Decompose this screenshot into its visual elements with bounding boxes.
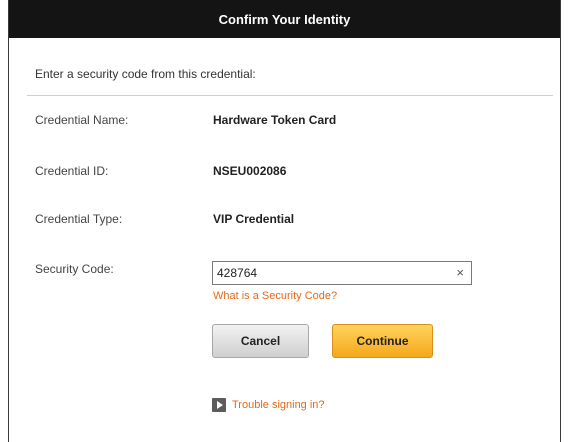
- credential-type-value: VIP Credential: [213, 212, 295, 226]
- trouble-signing-in-label: Trouble signing in?: [232, 399, 325, 411]
- cancel-button[interactable]: Cancel: [212, 324, 309, 358]
- trouble-signing-in-link[interactable]: Trouble signing in?: [212, 398, 325, 412]
- clear-icon[interactable]: ×: [456, 265, 464, 281]
- dialog-title: Confirm Your Identity: [218, 11, 351, 27]
- security-code-input[interactable]: [215, 264, 449, 282]
- security-code-field: ×: [212, 261, 472, 285]
- credential-name-label: Credential Name:: [35, 113, 129, 127]
- play-icon: [212, 398, 226, 412]
- security-code-label: Security Code:: [35, 262, 114, 276]
- credential-name-value: Hardware Token Card: [213, 113, 337, 127]
- divider: [27, 95, 553, 96]
- security-code-help-link[interactable]: What is a Security Code?: [213, 290, 337, 302]
- instruction-text: Enter a security code from this credenti…: [35, 67, 256, 81]
- confirm-identity-dialog: Confirm Your Identity Enter a security c…: [8, 0, 561, 442]
- credential-id-value: NSEU002086: [213, 164, 287, 178]
- credential-type-label: Credential Type:: [35, 212, 123, 226]
- continue-button[interactable]: Continue: [332, 324, 433, 358]
- credential-id-label: Credential ID:: [35, 164, 109, 178]
- dialog-titlebar: Confirm Your Identity: [9, 0, 560, 38]
